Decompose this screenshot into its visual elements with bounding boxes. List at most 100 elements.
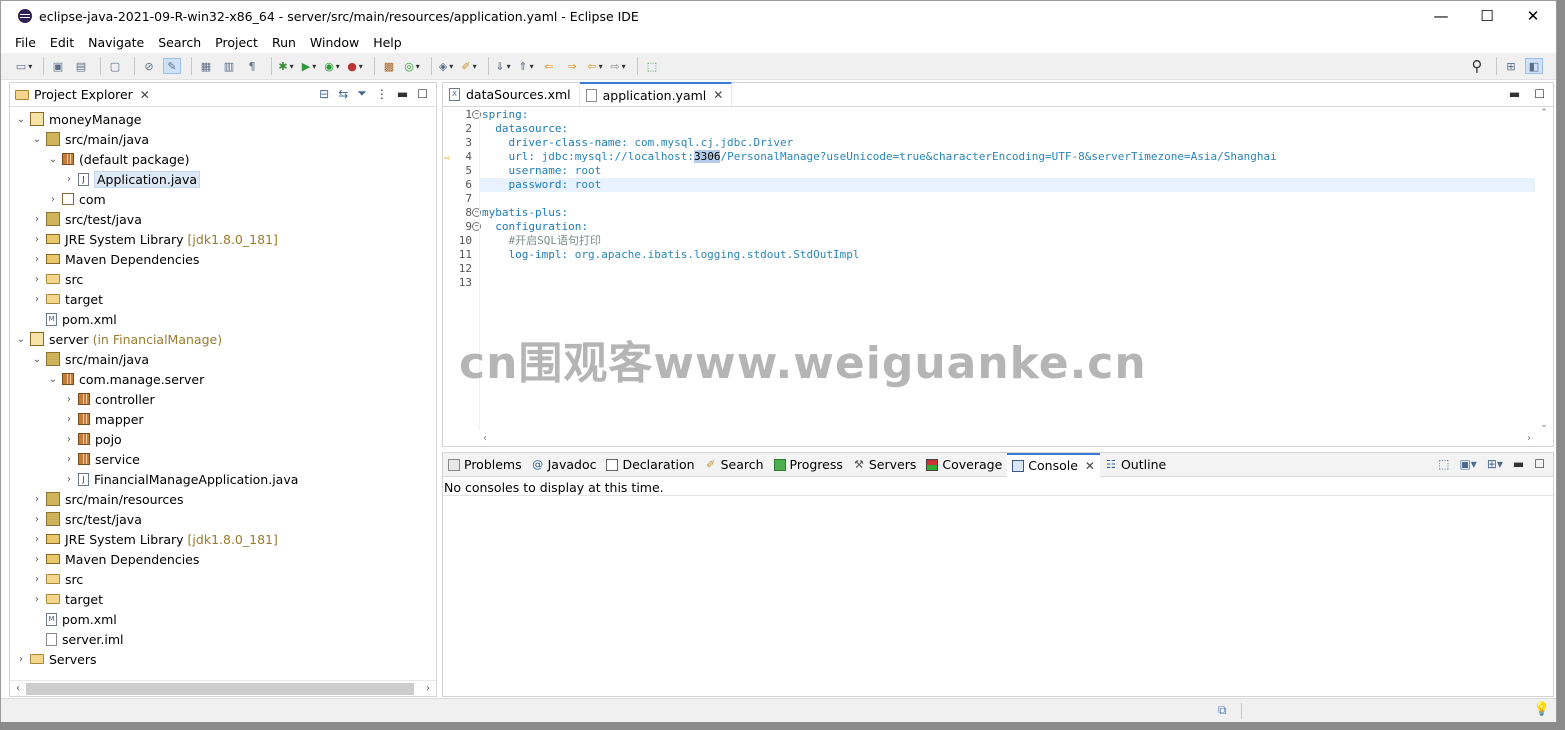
tree-item[interactable]: server.iml (10, 629, 436, 649)
tree-item[interactable]: › controller (10, 389, 436, 409)
close-icon[interactable]: ✕ (713, 88, 723, 102)
scroll-left-icon[interactable]: ‹ (10, 683, 26, 694)
scroll-right-icon[interactable]: › (1527, 433, 1531, 444)
tree-item[interactable]: ⌄ src/main/java (10, 349, 436, 369)
menu-window[interactable]: Window (303, 35, 366, 50)
coverage-icon[interactable]: ◉ (323, 58, 341, 74)
external-tools-icon[interactable]: ● (346, 58, 364, 74)
tree-item[interactable]: › pojo (10, 429, 436, 449)
scroll-right-icon[interactable]: › (420, 683, 436, 694)
chevron-right-icon[interactable]: › (32, 214, 42, 225)
java-perspective-icon[interactable]: ◧ (1525, 58, 1543, 74)
tab-search[interactable]: ✐ Search (700, 453, 769, 477)
chevron-down-icon[interactable]: ⌄ (48, 154, 58, 165)
tree-item[interactable]: › src/test/java (10, 209, 436, 229)
maximize-view-icon[interactable]: ☐ (1534, 457, 1545, 471)
tab-declaration[interactable]: Declaration (601, 453, 699, 477)
tree-item[interactable]: ⌄ src/main/java (10, 129, 436, 149)
pin-editor-icon[interactable]: ⬚ (643, 58, 661, 74)
status-progress-icon[interactable]: ⧉ (1218, 703, 1227, 718)
collapse-all-icon[interactable]: ⊟ (319, 87, 329, 101)
tab-servers[interactable]: ⚒ Servers (848, 453, 922, 477)
tab-project-explorer[interactable]: Project Explorer ✕ (10, 83, 155, 107)
chevron-right-icon[interactable]: › (32, 234, 42, 245)
chevron-right-icon[interactable]: › (64, 474, 74, 485)
tab-console[interactable]: Console ✕ (1007, 452, 1100, 477)
debug-icon[interactable]: ✱ (277, 58, 295, 74)
tree-item[interactable]: › Maven Dependencies (10, 249, 436, 269)
last-edit-location-icon[interactable]: ⇐ (540, 58, 558, 74)
minimize-button[interactable]: — (1418, 1, 1464, 31)
tree-item[interactable]: › src (10, 269, 436, 289)
chevron-right-icon[interactable]: › (64, 454, 74, 465)
tree-item[interactable]: › service (10, 449, 436, 469)
open-console-icon[interactable]: ⊞▾ (1487, 457, 1503, 471)
highlight-icon[interactable]: ✎ (163, 58, 181, 74)
chevron-right-icon[interactable]: › (32, 574, 42, 585)
previous-annotation-icon[interactable]: ⇑ (517, 58, 535, 74)
tab-application-yaml[interactable]: application.yaml ✕ (579, 82, 733, 106)
chevron-right-icon[interactable]: › (64, 394, 74, 405)
chevron-right-icon[interactable]: › (32, 594, 42, 605)
lightbulb-icon[interactable]: 💡 (1534, 702, 1550, 717)
tree-item[interactable]: › src/main/resources (10, 489, 436, 509)
close-icon[interactable]: ✕ (140, 88, 150, 102)
tree-item[interactable]: ⌄ com.manage.server (10, 369, 436, 389)
save-all-icon[interactable]: ▤ (72, 58, 90, 74)
run-icon[interactable]: ▶ (300, 58, 318, 74)
tree-item[interactable]: › com (10, 189, 436, 209)
tree-item[interactable]: ⌄ server (in FinancialManage) (10, 329, 436, 349)
toggle-mark-icon[interactable]: ▥ (220, 58, 238, 74)
menu-search[interactable]: Search (151, 35, 208, 50)
tree-item[interactable]: › src (10, 569, 436, 589)
tab-coverage[interactable]: Coverage (921, 453, 1007, 477)
tree-item[interactable]: › mapper (10, 409, 436, 429)
tab-progress[interactable]: Progress (769, 453, 848, 477)
forward-edit-icon[interactable]: ⇒ (563, 58, 581, 74)
minimize-view-icon[interactable]: ▬ (1509, 87, 1520, 101)
view-menu-icon[interactable]: ⋮ (376, 87, 388, 101)
chevron-right-icon[interactable]: › (16, 654, 26, 665)
close-window-button[interactable]: ✕ (1510, 1, 1556, 31)
new-class-icon[interactable]: ◎ (403, 58, 421, 74)
link-with-editor-icon[interactable]: ⇆ (338, 87, 348, 101)
minimize-view-icon[interactable]: ▬ (397, 87, 408, 101)
menu-navigate[interactable]: Navigate (81, 35, 151, 50)
chevron-right-icon[interactable]: › (64, 414, 74, 425)
minimize-view-icon[interactable]: ▬ (1513, 457, 1524, 471)
tree-item[interactable]: › JRE System Library [jdk1.8.0_181] (10, 529, 436, 549)
explorer-horizontal-scrollbar[interactable]: ‹ › (10, 680, 436, 696)
tab-problems[interactable]: Problems (443, 453, 527, 477)
chevron-right-icon[interactable]: › (32, 274, 42, 285)
tree-item[interactable]: › JRE System Library [jdk1.8.0_181] (10, 229, 436, 249)
tree-item[interactable]: ⌄ (default package) (10, 149, 436, 169)
maximize-button[interactable]: ☐ (1464, 1, 1510, 31)
scroll-thumb[interactable] (26, 682, 414, 695)
menu-run[interactable]: Run (265, 35, 303, 50)
chevron-right-icon[interactable]: › (64, 174, 74, 185)
tree-item[interactable]: › target (10, 589, 436, 609)
save-icon[interactable]: ▣ (49, 58, 67, 74)
close-icon[interactable]: ✕ (1085, 459, 1095, 473)
scroll-down-icon[interactable]: ⌄ (1540, 420, 1548, 430)
chevron-right-icon[interactable]: › (32, 254, 42, 265)
chevron-down-icon[interactable]: ⌄ (32, 134, 42, 145)
scroll-left-icon[interactable]: ‹ (483, 433, 487, 444)
chevron-right-icon[interactable]: › (32, 294, 42, 305)
chevron-down-icon[interactable]: ⌄ (48, 374, 58, 385)
code-editor[interactable]: 1−2 3 4 ⇨ 5 6 7 8−9−10 11 12 13 spring: datasource… (443, 108, 1535, 430)
tree-item[interactable]: › src/test/java (10, 509, 436, 529)
menu-help[interactable]: Help (366, 35, 409, 50)
pin-console-icon[interactable]: ⬚ (1438, 457, 1449, 471)
terminal-icon[interactable]: ▢ (106, 58, 124, 74)
show-whitespace-icon[interactable]: ¶ (243, 58, 261, 74)
open-type-icon[interactable]: ◈ (437, 58, 455, 74)
new-icon[interactable]: ▭ (15, 58, 33, 74)
tab-outline[interactable]: ☷ Outline (1100, 453, 1171, 477)
tree-item[interactable]: › J Application.java (10, 169, 436, 189)
code-text[interactable]: spring: datasource: driver-class-name: c… (479, 108, 1535, 430)
open-perspective-icon[interactable]: ⊞ (1502, 58, 1520, 74)
editor-horizontal-scrollbar[interactable]: ‹ › (479, 430, 1535, 446)
chevron-down-icon[interactable]: ⌄ (16, 114, 26, 125)
skip-breakpoints-icon[interactable]: ⊘ (140, 58, 158, 74)
